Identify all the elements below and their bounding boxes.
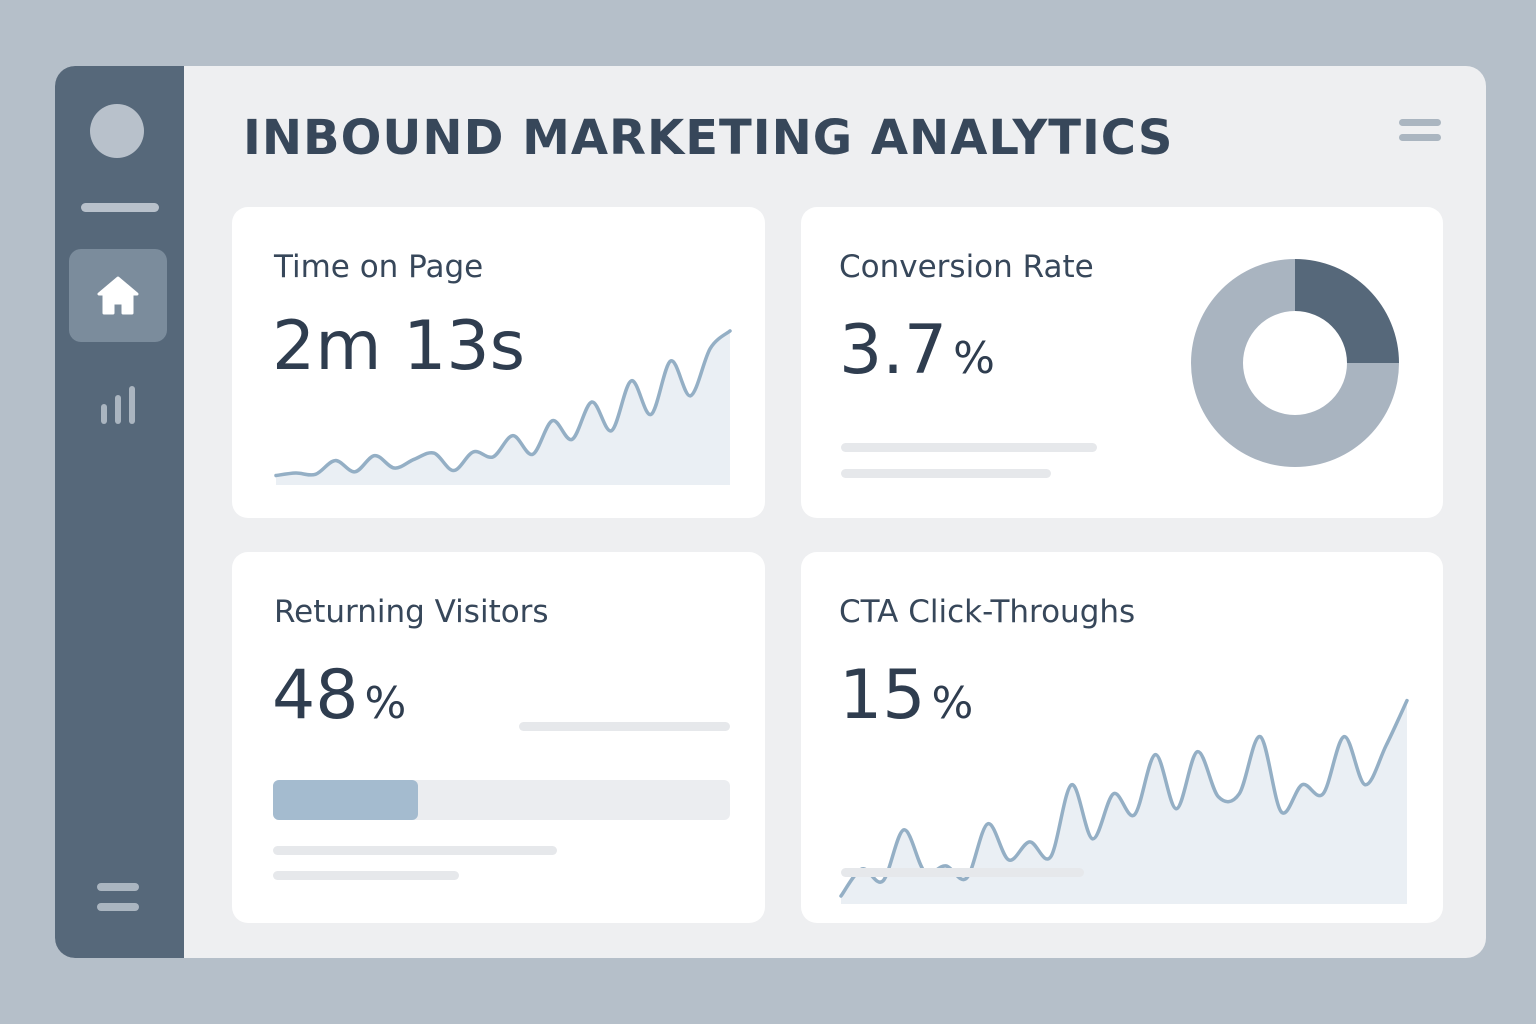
card-conversion-rate[interactable]: Conversion Rate 3.7 % — [801, 207, 1443, 518]
home-icon — [95, 275, 141, 317]
placeholder-line — [273, 871, 459, 880]
metric-unit: % — [364, 678, 407, 729]
time-on-page-series-area — [276, 330, 730, 485]
card-cta-click-throughs[interactable]: CTA Click-Throughs 15 % — [801, 552, 1443, 923]
placeholder-line — [841, 443, 1097, 452]
placeholder-line — [519, 722, 730, 731]
sidebar-divider — [81, 203, 159, 212]
card-label: Conversion Rate — [839, 249, 1094, 285]
placeholder-line — [841, 868, 1084, 877]
sidebar-item-home[interactable] — [69, 249, 167, 342]
placeholder-line — [841, 469, 1051, 478]
placeholder-line — [273, 846, 557, 855]
card-time-on-page[interactable]: Time on Page 2m 13s — [232, 207, 765, 518]
card-returning-visitors[interactable]: Returning Visitors 48 % — [232, 552, 765, 923]
metric-number: 3.7 — [839, 311, 948, 390]
card-label: CTA Click-Throughs — [839, 594, 1136, 630]
card-label: Time on Page — [274, 249, 484, 285]
metric-number: 48 — [272, 656, 359, 735]
bar-chart-icon — [98, 384, 138, 426]
avatar[interactable] — [90, 104, 144, 158]
donut-slice-0 — [1295, 259, 1399, 363]
time-on-page-chart — [274, 329, 732, 485]
metric-value: 48 % — [272, 656, 406, 735]
header-menu-button[interactable] — [1395, 112, 1445, 148]
card-label: Returning Visitors — [274, 594, 549, 630]
metric-value: 3.7 % — [839, 311, 995, 390]
sidebar — [55, 66, 184, 958]
sidebar-item-analytics[interactable] — [95, 380, 141, 430]
menu-icon — [96, 877, 140, 917]
metric-unit: % — [953, 333, 995, 384]
menu-icon — [1398, 115, 1442, 145]
sidebar-menu-button[interactable] — [93, 874, 143, 920]
conversion-donut-chart — [1191, 259, 1399, 467]
page-title: INBOUND MARKETING ANALYTICS — [243, 110, 1174, 166]
app-window: INBOUND MARKETING ANALYTICS Time on Page… — [55, 66, 1486, 958]
progress-fill — [273, 780, 418, 820]
returning-visitors-progress — [273, 780, 730, 820]
